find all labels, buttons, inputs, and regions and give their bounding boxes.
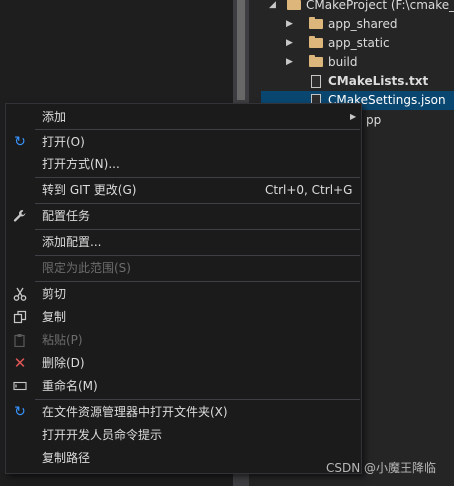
tree-item-cmakelists[interactable]: CMakeLists.txt xyxy=(261,72,454,91)
menu-item-label: 转到 GIT 更改(G) xyxy=(42,183,137,197)
wrench-icon xyxy=(13,209,27,223)
folder-icon xyxy=(309,36,323,48)
menu-item-label: 限定为此范围(S) xyxy=(42,261,131,275)
scissors-icon xyxy=(13,287,27,301)
menu-item-copy[interactable]: 复制 xyxy=(7,306,361,328)
tree-item-label: app_static xyxy=(328,36,390,50)
rename-icon xyxy=(13,379,27,393)
menu-separator xyxy=(35,177,360,178)
tree-item-app-static[interactable]: ▶ app_static xyxy=(261,34,454,53)
menu-separator xyxy=(35,399,360,400)
menu-item-label: 打开方式(N)... xyxy=(42,157,120,171)
context-menu: 添加 ▶ ↻ 打开(O) 打开方式(N)... 转到 GIT 更改(G) Ctr… xyxy=(5,103,362,474)
menu-item-config-task[interactable]: 配置任务 xyxy=(7,205,361,227)
menu-item-label: 打开(O) xyxy=(42,135,85,149)
tree-root[interactable]: ◢ CMakeProject (F:\cmake_ xyxy=(261,0,454,15)
paste-icon xyxy=(13,333,27,348)
menu-item-label: 复制 xyxy=(42,310,67,324)
tree-item-app-shared[interactable]: ▶ app_shared xyxy=(261,15,454,34)
submenu-arrow-icon: ▶ xyxy=(350,112,357,121)
folder-icon xyxy=(309,55,323,67)
menu-item-label: 复制路径 xyxy=(42,451,91,465)
menu-item-label: 配置任务 xyxy=(42,209,91,223)
file-icon xyxy=(311,75,321,88)
menu-item-label: 粘贴(P) xyxy=(42,333,83,347)
menu-item-paste: 粘贴(P) xyxy=(7,329,361,351)
menu-separator xyxy=(35,281,360,282)
delete-x-icon: ✕ xyxy=(13,354,27,372)
chevron-right-icon[interactable]: ▶ xyxy=(286,53,294,72)
menu-separator xyxy=(35,203,360,204)
tree-root-label: CMakeProject (F:\cmake_ xyxy=(306,0,454,12)
menu-separator xyxy=(35,229,360,230)
menu-item-limit-scope: 限定为此范围(S) xyxy=(7,257,361,279)
menu-item-rename[interactable]: 重命名(M) xyxy=(7,375,361,397)
watermark: CSDN @小魔王降临 xyxy=(326,461,437,475)
editor-scrollbar-thumb[interactable] xyxy=(237,0,245,100)
menu-separator xyxy=(35,129,360,130)
menu-item-label: 在文件资源管理器中打开文件夹(X) xyxy=(42,405,228,419)
chevron-down-icon[interactable]: ◢ xyxy=(269,0,277,15)
menu-item-label: 重命名(M) xyxy=(42,379,98,393)
copy-icon xyxy=(13,310,27,324)
chevron-right-icon[interactable]: ▶ xyxy=(286,34,294,53)
menu-item-open-dev-cmd[interactable]: 打开开发人员命令提示 xyxy=(7,424,361,446)
menu-item-label: 添加配置... xyxy=(42,235,102,249)
chevron-right-icon[interactable]: ▶ xyxy=(286,15,294,34)
menu-item-label: 剪切 xyxy=(42,287,67,301)
menu-item-add-config[interactable]: 添加配置... xyxy=(7,231,361,253)
tree-item-label: pp xyxy=(366,113,382,127)
menu-item-open[interactable]: ↻ 打开(O) xyxy=(7,131,361,153)
menu-item-add[interactable]: 添加 ▶ xyxy=(7,106,361,128)
tree-item-label: build xyxy=(328,55,358,69)
menu-item-shortcut: Ctrl+0, Ctrl+G xyxy=(265,183,353,197)
menu-item-label: 打开开发人员命令提示 xyxy=(42,428,163,442)
menu-item-label: 添加 xyxy=(42,110,67,124)
menu-item-open-in-explorer[interactable]: ↻ 在文件资源管理器中打开文件夹(X) xyxy=(7,401,361,423)
tree-item-label: app_shared xyxy=(328,17,398,31)
menu-item-cut[interactable]: 剪切 xyxy=(7,283,361,305)
tree-item-build[interactable]: ▶ build xyxy=(261,53,454,72)
folder-icon xyxy=(309,17,323,29)
menu-item-copy-path[interactable]: 复制路径 xyxy=(7,447,361,469)
menu-item-goto-git[interactable]: 转到 GIT 更改(G) Ctrl+0, Ctrl+G xyxy=(7,179,361,201)
tree-item-label: CMakeLists.txt xyxy=(328,74,429,88)
menu-separator xyxy=(35,255,360,256)
refresh-icon: ↻ xyxy=(14,404,26,420)
menu-item-open-with[interactable]: 打开方式(N)... xyxy=(7,153,361,175)
open-arrow-icon: ↻ xyxy=(14,134,26,150)
folder-icon xyxy=(287,0,301,10)
menu-item-delete[interactable]: ✕ 删除(D) xyxy=(7,352,361,374)
menu-item-label: 删除(D) xyxy=(42,356,85,370)
